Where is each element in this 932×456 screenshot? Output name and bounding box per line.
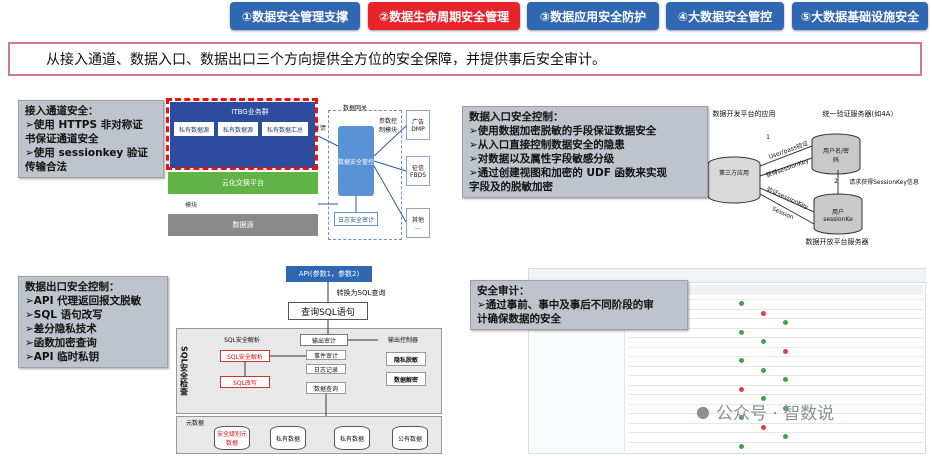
table-row: [629, 394, 923, 395]
platform-server-label: 数据开放平台服务器: [805, 238, 869, 246]
status-dot: [761, 367, 766, 373]
table-row: [629, 365, 923, 367]
table-row: [629, 441, 923, 443]
status-dot: [761, 339, 766, 344]
tab-data-lifecycle[interactable]: ②数据生命周期安全管理: [368, 2, 520, 30]
table-row: [629, 384, 923, 386]
step-1: 1: [766, 133, 770, 141]
status-dot: [761, 424, 766, 430]
status-dot: [739, 329, 744, 335]
table-row: [629, 356, 923, 357]
tab-data-security-support[interactable]: ①数据安全管理支撑: [230, 2, 360, 30]
note-line: 数据入口安全控制：: [469, 111, 564, 123]
note-line: ➢API 临时私钥: [25, 351, 100, 363]
note-line: ➢SQL 语句改写: [25, 309, 103, 321]
banner-text: 从接入通道、数据入口、数据出口三个方向提供全方位的安全保障，并提供事后安全审计。: [46, 52, 606, 68]
note-line: ➢使用 HTTPS 非对称证: [25, 119, 143, 131]
note-line: ➢函数加密查询: [25, 337, 97, 349]
sql-check-diagram: API(参数1，参数2) 转换为SQL查询 查询SQL语句 SQL安全检查 SQ…: [174, 264, 446, 456]
note-line: 计确保数据的安全: [477, 313, 561, 325]
data-exit-note: 数据出口安全控制： ➢API 代理返回报文脱敏 ➢SQL 语句改写 ➢差分隐私技…: [18, 276, 168, 368]
access-connectors: [317, 125, 407, 223]
access-channel-note: 接入通道安全： ➢使用 HTTPS 非对称证 书保证通道安全 ➢使用 sessi…: [18, 100, 164, 178]
arrow-request-key: 请求获得SessionKey信息: [849, 178, 919, 186]
audit-note: 安全审计： ➢通过事前、事中及事后不同阶段的审 计确保数据的安全: [470, 280, 688, 330]
table-row: [629, 337, 923, 338]
status-dot: [739, 443, 744, 449]
status-dot: [783, 434, 788, 439]
status-dot: [783, 377, 788, 382]
status-dot: [739, 386, 744, 392]
step-2: 2: [834, 177, 838, 185]
note-line: ➢差分隐私技术: [25, 323, 97, 335]
note-line: ➢通过创建视图和加密的 UDF 函数来实现: [469, 167, 668, 179]
note-line: 字段及的脱敏加密: [469, 181, 553, 193]
table-row: [629, 432, 923, 433]
note-line: 接入通道安全：: [25, 105, 99, 117]
wechat-icon: ●: [696, 401, 710, 421]
status-dot: [783, 320, 788, 325]
summary-banner: 从接入通道、数据入口、数据出口三个方向提供全方位的安全保障，并提供事后安全审计。: [8, 42, 922, 76]
note-line: ➢从入口直接控制数据安全的隐患: [469, 139, 625, 151]
table-row: [629, 375, 923, 376]
watermark: ● 公众号 · 智数说: [696, 398, 906, 424]
watermark-text: 公众号 · 智数说: [715, 403, 835, 424]
table-row: [629, 346, 923, 348]
status-dot: [761, 310, 766, 316]
status-dot: [739, 301, 744, 306]
tab-bigdata-control[interactable]: ④大数据安全管控: [666, 2, 784, 30]
note-line: 书保证通道安全: [25, 133, 99, 145]
note-line: ➢使用 sessionkey 验证: [25, 147, 148, 159]
data-entry-note: 数据入口安全控制： ➢使用数据加密脱敏的手段保证数据安全 ➢从入口直接控制数据安…: [462, 106, 708, 198]
note-line: 数据出口安全控制：: [25, 281, 120, 293]
sql-connectors: [244, 282, 378, 416]
note-line: ➢对数据以及属性字段敏感分级: [469, 153, 615, 165]
third-party-app: 第三方应用: [718, 169, 749, 177]
tab-data-app-protection[interactable]: ③数据应用安全防护: [527, 2, 659, 30]
note-line: 安全审计：: [477, 285, 530, 297]
note-line: ➢API 代理返回报文脱敏: [25, 295, 142, 307]
access-channel-diagram: ITBG业务群 私有数据源 私有数据源 私有数据汇总 云化交换平台 模块 数据源…: [160, 96, 450, 256]
tab-bigdata-infra[interactable]: ⑤大数据基础设施安全: [792, 2, 928, 30]
note-line: 传输合法: [25, 161, 67, 173]
status-dot: [783, 348, 788, 354]
note-line: ➢通过事前、事中及事后不同阶段的审: [477, 299, 654, 311]
user-key-store: 用户 sessionKe: [823, 209, 853, 223]
status-dot: [739, 358, 744, 363]
note-line: ➢使用数据加密脱敏的手段保证数据安全: [469, 125, 657, 137]
user-pass-store: 用户名/密 码: [822, 148, 850, 164]
